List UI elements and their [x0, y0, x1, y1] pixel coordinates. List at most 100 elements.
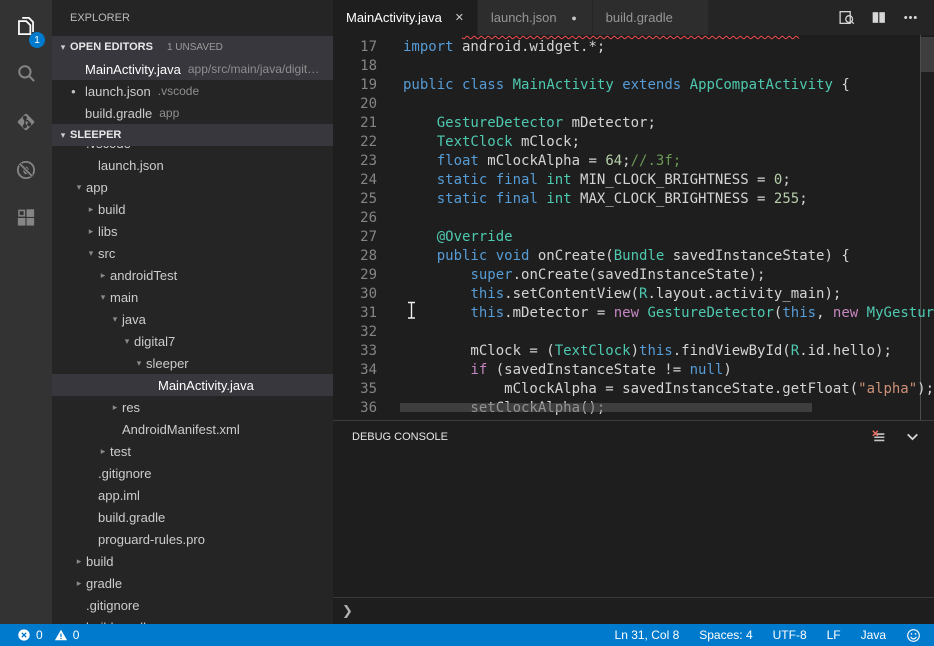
tree-item[interactable]: ▸androidTest	[52, 264, 333, 286]
code-line: 29 super.onCreate(savedInstanceState);	[333, 266, 934, 285]
cursor-position[interactable]: Ln 31, Col 8	[615, 628, 680, 642]
editor-group: MainActivity.java✕ launch.json ● build.grad…	[333, 0, 934, 624]
split-editor-icon[interactable]	[870, 9, 887, 26]
line-text: import android.widget.*;	[403, 38, 605, 57]
activity-item-files[interactable]: 1	[0, 4, 52, 52]
tree-item[interactable]: ▸libs	[52, 220, 333, 242]
debug-console-input[interactable]: ❯	[333, 597, 934, 624]
twistie-open-icon: ▾	[72, 182, 86, 193]
tree-item[interactable]: launch.json	[52, 154, 333, 176]
tree-item[interactable]: AndroidManifest.xml	[52, 418, 333, 440]
chevron-down-icon[interactable]	[904, 428, 921, 445]
language-mode[interactable]: Java	[861, 628, 886, 642]
close-icon[interactable]: ✕	[451, 11, 468, 24]
twistie-closed-icon: ▸	[72, 556, 86, 567]
line-number: 30	[333, 285, 377, 304]
open-editor-row[interactable]: MainActivity.javaapp/src/main/java/digit…	[52, 58, 333, 80]
tree-item-label: androidTest	[110, 268, 177, 283]
tab-MainActivity.java[interactable]: MainActivity.java✕	[333, 0, 478, 35]
editor-vertical-scrollbar[interactable]	[921, 37, 934, 72]
tree-item[interactable]: ▸gradle	[52, 572, 333, 594]
code-line: 31 this.mDetector = new GestureDetector(…	[333, 304, 934, 323]
line-text: float mClockAlpha = 64;//.3f;	[403, 152, 681, 171]
tree-item-label: MainActivity.java	[158, 378, 254, 393]
activity-item-debug[interactable]	[0, 148, 52, 196]
tab-label: launch.json	[491, 10, 557, 25]
tree-item-label: src	[98, 246, 115, 261]
code-editor[interactable]: 16import android.support.v7.app.AppCompa…	[333, 35, 934, 420]
editor-horizontal-scrollbar[interactable]	[400, 403, 812, 412]
file-tree: ▾.vscodelaunch.json▾app▸build▸libs▾src▸a…	[52, 132, 333, 624]
eol-sequence[interactable]: LF	[827, 628, 841, 642]
warning-count: 0	[73, 628, 80, 642]
panel-title[interactable]: DEBUG CONSOLE	[352, 431, 448, 443]
tree-item[interactable]: .gitignore	[52, 594, 333, 616]
prompt-chevron-icon: ❯	[342, 603, 353, 619]
code-line: 28 public void onCreate(Bundle savedInst…	[333, 247, 934, 266]
tab-launch.json[interactable]: launch.json ●	[478, 0, 593, 35]
tree-item[interactable]: ▸res	[52, 396, 333, 418]
tree-item[interactable]: MainActivity.java	[52, 374, 333, 396]
file-description: .vscode	[158, 84, 199, 98]
code-line: 23 float mClockAlpha = 64;//.3f;	[333, 152, 934, 171]
tree-item[interactable]: build.gradle	[52, 506, 333, 528]
tree-item-label: libs	[98, 224, 118, 239]
tab-label: build.gradle	[606, 10, 673, 25]
open-editors-header[interactable]: ▾ OPEN EDITORS 1 UNSAVED	[52, 36, 333, 58]
folder-section-header[interactable]: ▾ SLEEPER	[52, 124, 333, 146]
tab-list: MainActivity.java✕ launch.json ● build.grad…	[333, 0, 709, 35]
line-number: 26	[333, 209, 377, 228]
tree-item[interactable]: ▾main	[52, 286, 333, 308]
line-number: 28	[333, 247, 377, 266]
open-editor-row[interactable]: ●launch.json.vscode	[52, 80, 333, 102]
tree-item-label: java	[122, 312, 146, 327]
tree-item-label: build	[98, 202, 125, 217]
tree-item[interactable]: ▾src	[52, 242, 333, 264]
tree-item[interactable]: ▸test	[52, 440, 333, 462]
tree-item-label: res	[122, 400, 140, 415]
tree-item[interactable]: .gitignore	[52, 462, 333, 484]
line-number: 24	[333, 171, 377, 190]
panel-header: DEBUG CONSOLE	[333, 421, 934, 452]
activity-item-extensions[interactable]	[0, 196, 52, 244]
line-number: 33	[333, 342, 377, 361]
line-text: static final int MIN_CLOCK_BRIGHTNESS = …	[403, 171, 791, 190]
line-number: 35	[333, 380, 377, 399]
indentation[interactable]: Spaces: 4	[699, 628, 752, 642]
problems-status[interactable]: 0 0	[0, 628, 79, 642]
tab-build.gradle[interactable]: build.gradle	[593, 0, 709, 35]
open-editor-row[interactable]: build.gradleapp	[52, 102, 333, 124]
error-icon	[17, 628, 31, 642]
tree-item[interactable]: ▸build	[52, 198, 333, 220]
tree-item-label: app	[86, 180, 108, 195]
tree-item-label: digital7	[134, 334, 175, 349]
tree-item[interactable]: app.iml	[52, 484, 333, 506]
tree-item[interactable]: ▾digital7	[52, 330, 333, 352]
twistie-closed-icon: ▸	[96, 270, 110, 281]
activity-item-search[interactable]	[0, 52, 52, 100]
tree-item-label: .gitignore	[98, 466, 151, 481]
tree-item[interactable]: proguard-rules.pro	[52, 528, 333, 550]
activity-item-source-control[interactable]	[0, 100, 52, 148]
clear-console-icon[interactable]	[870, 428, 887, 445]
line-text: public class MainActivity extends AppCom…	[403, 76, 850, 95]
tree-item-label: build	[86, 554, 113, 569]
tree-item-label: test	[110, 444, 131, 459]
file-label: build.gradle	[85, 106, 152, 121]
encoding[interactable]: UTF-8	[773, 628, 807, 642]
activity-bar: 1	[0, 0, 52, 624]
tree-item-label: .gitignore	[86, 598, 139, 613]
unsaved-count-badge: 1 UNSAVED	[167, 42, 223, 53]
tree-item[interactable]: ▾java	[52, 308, 333, 330]
line-number: 21	[333, 114, 377, 133]
line-text: GestureDetector mDetector;	[403, 114, 656, 133]
tree-item[interactable]: ▾sleeper	[52, 352, 333, 374]
tree-item[interactable]: build.gradle	[52, 616, 333, 624]
tree-item[interactable]: ▸build	[52, 550, 333, 572]
open-preview-icon[interactable]	[838, 9, 855, 26]
code-line: 32	[333, 323, 934, 342]
feedback-smiley-icon[interactable]	[906, 628, 921, 643]
more-actions-icon[interactable]	[902, 9, 919, 26]
tree-item[interactable]: ▾app	[52, 176, 333, 198]
dirty-dot-icon[interactable]: ●	[566, 13, 583, 23]
